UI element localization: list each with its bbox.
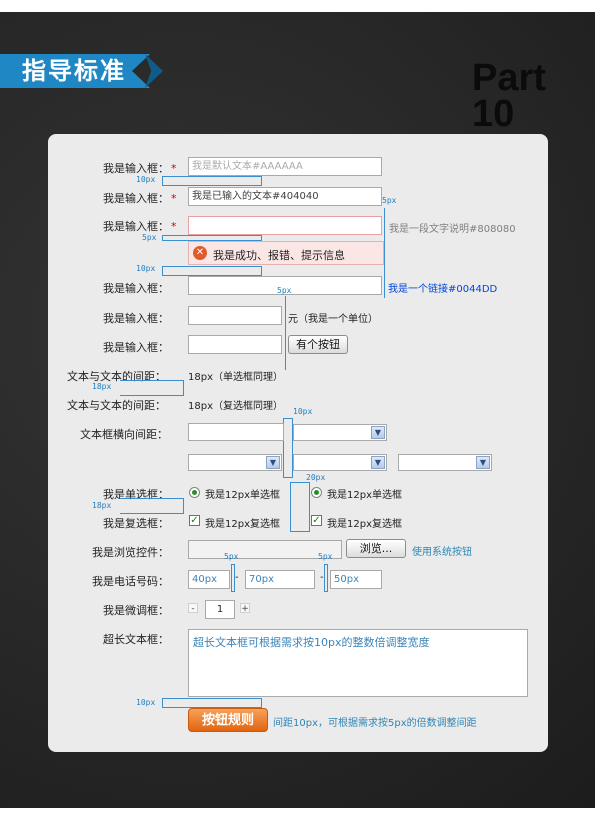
stepper-value[interactable]: 1 (205, 600, 235, 619)
ribbon-fold (145, 54, 163, 88)
status-message: ✕ 我是成功、报错、提示信息 (188, 241, 384, 265)
error-text-input[interactable] (188, 216, 382, 235)
long-textarea[interactable]: 超长文本框可根据需求按10px的整数倍调整宽度 (188, 629, 528, 697)
radio-button-2[interactable] (311, 487, 322, 498)
radio-button-1[interactable] (189, 487, 200, 498)
textarea-label: 超长文本框： (103, 633, 169, 646)
required-star: * (171, 192, 177, 205)
status-message-text: 我是成功、报错、提示信息 (213, 249, 345, 262)
unit-input[interactable] (188, 306, 282, 325)
spacing-annotation: 5px (277, 286, 292, 295)
spacing-annotation: 5px (224, 552, 239, 561)
label-text: 我是输入框： (103, 192, 169, 205)
submit-note: 间距10px，可根据需求按5px的倍数调整间距 (273, 718, 477, 729)
spacing-annotation: 18px (92, 501, 112, 510)
text-link[interactable]: 我是一个链接#0044DD (388, 280, 497, 295)
spacing-annotation: 20px (306, 473, 326, 482)
error-icon: ✕ (193, 246, 207, 260)
unit-label: 元（我是一个单位） (288, 314, 378, 325)
chevron-down-icon: ▼ (476, 456, 490, 469)
horizontal-spacing-label: 文本框横向间距： (80, 428, 168, 441)
stepper-label: 我是微调框： (103, 604, 169, 617)
spacing-guide (384, 208, 385, 298)
required-star: * (171, 162, 177, 175)
spacing-note-2: 18px（复选框同理） (188, 401, 283, 412)
chevron-down-icon: ▼ (371, 426, 385, 439)
select-2[interactable]: ▼ (188, 454, 282, 471)
browse-note: 使用系统按钮 (412, 547, 472, 558)
input-label-2: 我是输入框： * (103, 190, 177, 206)
spacing-guide (120, 498, 184, 514)
label-text: 我是输入框： (103, 162, 169, 175)
checkbox-label: 我是复选框： (103, 517, 169, 530)
phone-area-input[interactable]: 40px (188, 570, 230, 589)
label-text: 我是输入框： (103, 312, 169, 325)
browse-label: 我是浏览控件： (92, 546, 169, 559)
input-label-4: 我是输入框： (103, 280, 169, 296)
phone-label: 我是电话号码： (92, 575, 169, 588)
part-title: Part 10 (472, 57, 595, 135)
phone-ext-input[interactable]: 50px (330, 570, 382, 589)
stepper-minus-button[interactable]: - (188, 603, 198, 614)
text-input-with-button[interactable] (188, 335, 282, 354)
action-button[interactable]: 有个按钮 (288, 335, 348, 354)
input-label-1: 我是输入框： * (103, 160, 177, 176)
field-description: 我是一段文字说明#808080 (389, 224, 516, 235)
phone-separator: - (320, 572, 324, 583)
radio-option-2[interactable]: 我是12px单选框 (327, 486, 402, 501)
frame-top (0, 0, 595, 12)
select-4[interactable]: ▼ (398, 454, 492, 471)
spacing-note-1: 18px（单选框同理） (188, 372, 283, 383)
spacing-annotation: 10px (293, 407, 313, 416)
spacing-annotation: 5px (382, 196, 397, 205)
spacing-guide (290, 482, 310, 532)
select-1[interactable]: ▼ (293, 424, 387, 441)
spacing-guide (283, 418, 293, 478)
spacing-guide (162, 266, 262, 276)
chevron-down-icon: ▼ (266, 456, 280, 469)
checkbox-option-2[interactable]: 我是12px复选框 (327, 515, 402, 530)
input-label-3: 我是输入框： * (103, 218, 177, 234)
spacing-annotation: 5px (318, 552, 333, 561)
filled-text-input[interactable]: 我是已输入的文本#404040 (188, 187, 382, 206)
label-text: 我是输入框： (103, 220, 169, 233)
frame-bottom (0, 808, 595, 819)
spacing-annotation: 10px (136, 175, 156, 184)
spacing-guide (162, 698, 262, 708)
browse-button[interactable]: 浏览... (346, 539, 406, 558)
submit-button[interactable]: 按钮规则 (188, 708, 268, 732)
header-badge: 指导标准 (22, 57, 126, 85)
checkbox-option-1[interactable]: 我是12px复选框 (205, 515, 280, 530)
label-text: 我是输入框： (103, 282, 169, 295)
stepper-plus-button[interactable]: + (240, 603, 250, 614)
phone-separator: - (235, 572, 239, 583)
checkbox-2[interactable]: ✓ (311, 515, 322, 526)
spacing-annotation: 10px (136, 698, 156, 707)
spacing-annotation: 5px (142, 233, 157, 242)
spacing-guide (120, 380, 184, 396)
chevron-down-icon: ▼ (371, 456, 385, 469)
input-label-5: 我是输入框： (103, 310, 169, 326)
page: 指导标准 Part 10 我是输入框： * 我是默认文本#AAAAAA 10px … (0, 0, 595, 819)
part-title-text: Part 10 (472, 57, 546, 135)
select-3[interactable]: ▼ (293, 454, 387, 471)
horizontal-input-1[interactable] (188, 423, 284, 441)
spacing-guide (285, 296, 286, 370)
spacing-annotation: 18px (92, 382, 112, 391)
required-star: * (171, 220, 177, 233)
phone-main-input[interactable]: 70px (245, 570, 315, 589)
default-text-input[interactable]: 我是默认文本#AAAAAA (188, 157, 382, 176)
spacing-label-2: 文本与文本的间距： (67, 399, 166, 412)
label-text: 我是输入框： (103, 341, 169, 354)
spacing-annotation: 10px (136, 264, 156, 273)
checkbox-1[interactable]: ✓ (189, 515, 200, 526)
input-label-6: 我是输入框： (103, 339, 169, 355)
spacing-guide (162, 176, 262, 186)
spacing-guide (324, 564, 328, 592)
radio-option-1[interactable]: 我是12px单选框 (205, 486, 280, 501)
